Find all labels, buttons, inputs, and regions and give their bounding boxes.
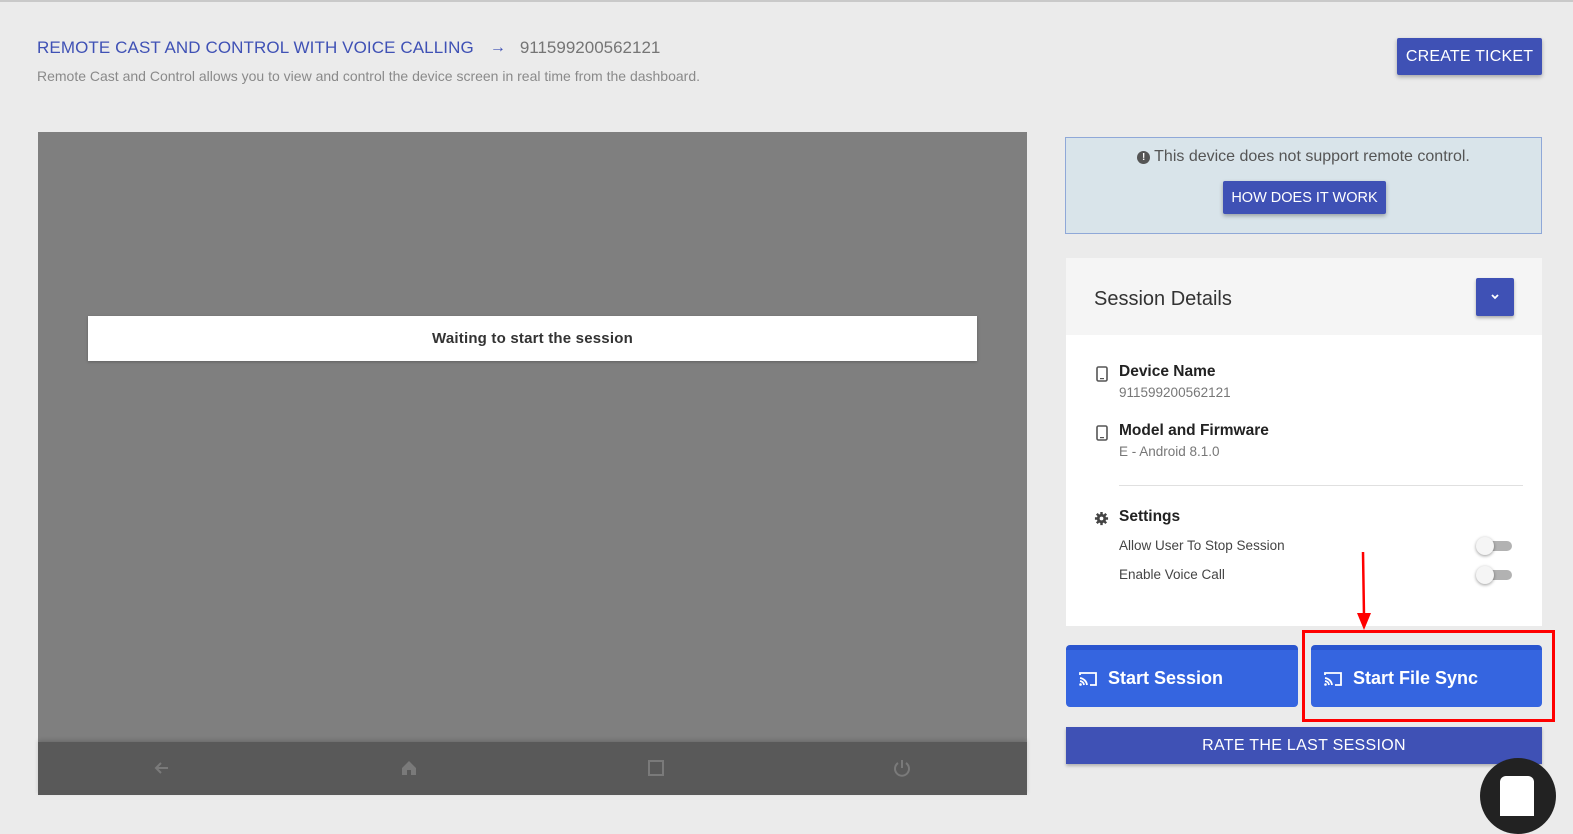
rate-last-session-button[interactable]: RATE THE LAST SESSION [1066, 727, 1542, 764]
page-subtitle: Remote Cast and Control allows you to vi… [37, 68, 701, 84]
annotation-highlight-box [1302, 630, 1555, 722]
top-divider [0, 0, 1573, 2]
phone-icon [1096, 425, 1108, 441]
session-details-header: Session Details [1066, 258, 1542, 335]
session-status-banner: Waiting to start the session [88, 316, 977, 361]
cast-icon [1079, 671, 1097, 686]
back-icon[interactable] [152, 758, 172, 778]
allow-user-stop-toggle[interactable] [1476, 537, 1512, 555]
allow-user-stop-label: Allow User To Stop Session [1119, 538, 1285, 553]
start-session-label: Start Session [1108, 668, 1224, 688]
recents-icon[interactable] [646, 758, 666, 778]
enable-voice-call-label: Enable Voice Call [1119, 567, 1225, 582]
settings-heading: Settings [1119, 508, 1181, 525]
breadcrumb-device-id: 911599200562121 [519, 38, 661, 57]
model-firmware-label: Model and Firmware [1119, 422, 1269, 439]
gear-icon [1094, 511, 1109, 526]
breadcrumb: REMOTE CAST AND CONTROL WITH VOICE CALLI… [37, 38, 660, 58]
device-name-value: 911599200562121 [1119, 385, 1231, 400]
device-screen[interactable]: Waiting to start the session [38, 132, 1027, 795]
collapse-card-button[interactable] [1476, 278, 1514, 316]
device-name-label: Device Name [1119, 363, 1216, 380]
create-ticket-button[interactable]: CREATE TICKET [1397, 38, 1542, 75]
arrow-right-icon: → [489, 39, 506, 56]
phone-icon [1096, 366, 1108, 382]
model-firmware-value: E - Android 8.1.0 [1119, 444, 1220, 459]
annotation-arrow-icon [1357, 551, 1371, 630]
page-title[interactable]: REMOTE CAST AND CONTROL WITH VOICE CALLI… [37, 38, 474, 58]
remote-control-notice: ! This device does not support remote con… [1065, 137, 1542, 234]
info-icon: ! [1137, 151, 1151, 164]
notice-message: ! This device does not support remote con… [1066, 148, 1541, 166]
section-divider [1119, 485, 1523, 486]
notice-text: This device does not support remote cont… [1154, 148, 1470, 165]
power-icon[interactable] [892, 758, 912, 778]
how-does-it-work-button[interactable]: HOW DOES IT WORK [1223, 181, 1386, 214]
start-session-button[interactable]: Start Session [1066, 645, 1298, 707]
session-details-title: Session Details [1094, 288, 1232, 310]
device-nav-bar [38, 742, 1027, 795]
session-details-card: Session Details Device Name 911599200562… [1066, 258, 1542, 626]
enable-voice-call-toggle[interactable] [1476, 566, 1512, 584]
chevron-down-icon [1491, 294, 1499, 300]
home-icon[interactable] [399, 758, 419, 778]
chat-launcher-button[interactable] [1480, 758, 1556, 834]
chat-icon [1500, 776, 1534, 816]
